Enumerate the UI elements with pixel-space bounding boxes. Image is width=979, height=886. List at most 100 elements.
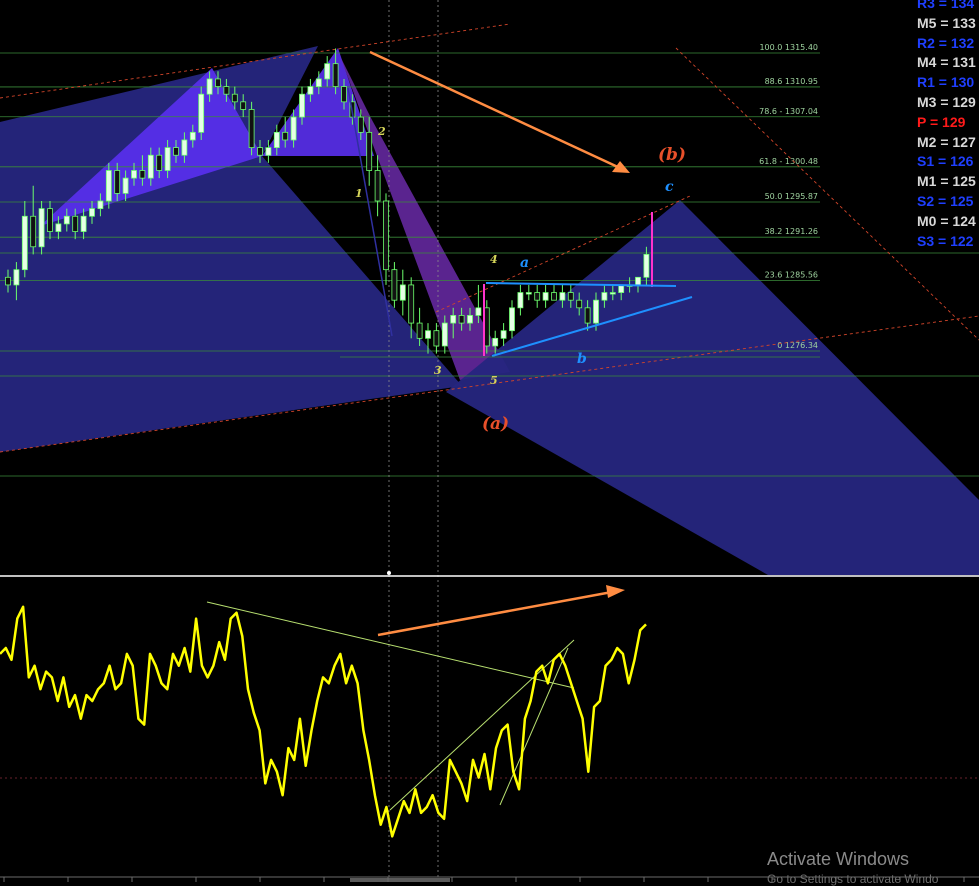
candle-body [467,315,473,324]
candle-body [97,200,104,210]
candle-body [299,93,305,118]
candle-body [80,215,87,232]
fib-label: 88.6 1310.95 [765,77,818,86]
price-arrow [369,50,621,170]
candle-body [399,284,406,301]
pivot-level: M4 = 131 [917,54,976,71]
candle-body [341,86,347,103]
candle-body [248,109,255,149]
candle-body [601,292,608,301]
candle-body [181,139,188,156]
candle-body [609,292,616,295]
oscillator-trendline-1 [206,601,575,689]
candle-body [551,292,557,301]
fib-label: 78.6 - 1307.04 [759,107,818,116]
candle-body [458,315,465,324]
pivot-level: S3 = 122 [917,232,974,249]
candle-body [105,170,112,202]
wave-label-a-big: (a) [482,414,509,434]
wave-label-3: 3 [434,364,442,377]
wave-label-b-small: b [577,351,587,367]
pivot-level: S1 = 126 [917,153,974,170]
candle-body [509,307,515,332]
candle-body [433,330,440,347]
candle-body [383,200,389,271]
candle-body [332,63,339,87]
candle-body [593,299,599,324]
candle-body [265,147,272,156]
pivot-level: M5 = 133 [917,14,976,31]
candle-body [223,86,230,95]
fib-label: 0 1276.34 [777,341,818,350]
candle-body [525,292,532,295]
oscillator-trendline-3 [499,647,569,806]
candle-body [416,322,423,339]
wave-label-5: 5 [490,374,498,387]
candle-body [324,63,331,80]
candle-body [500,330,507,339]
candle-body [173,147,179,156]
wave-label-c-small: c [665,179,674,195]
candle-body [567,292,574,301]
candle-body [164,147,171,171]
candle-body [643,254,650,278]
activate-windows-subtitle: Go to Settings to activate Windo [767,872,939,886]
oscillator-panel [0,601,979,838]
wave-label-1: 1 [355,187,363,200]
candle-body [89,208,95,217]
pivot-level: S2 = 125 [917,193,974,209]
activate-windows-title: Activate Windows [767,849,910,869]
candle-body [5,276,11,286]
candle-body [189,131,196,141]
candle-body [139,170,146,179]
candle-body [131,170,137,179]
candle-body [559,292,566,301]
candle-body [215,78,221,87]
pivot-level: R1 = 130 [917,74,975,91]
oscillator-line [0,605,647,838]
wave-label-4: 4 [490,253,498,266]
fib-label: 61.8 - 1300.48 [759,157,818,166]
candle-body [38,208,45,248]
candle-body [156,154,163,171]
candle-body [30,215,37,248]
pivot-level: R3 = 134 [917,0,975,11]
candle-body [391,269,398,301]
candle-body [114,170,121,194]
candle-body [366,131,373,171]
oscillator-arrow [377,590,613,637]
pivot-level: M1 = 125 [917,173,976,190]
candle-body [425,330,431,339]
candle-body [257,147,263,156]
candle-body [315,78,322,87]
wave-label-2: 2 [377,125,386,138]
candle-body [483,307,490,347]
candle-body [47,208,53,232]
pivot-level: M0 = 124 [917,212,976,229]
fib-label: 23.6 1285.56 [765,271,818,280]
candle-body [542,292,549,301]
candle-body [231,93,238,103]
candle-body [534,292,541,301]
candle-body [475,307,482,316]
candle-body [492,337,499,347]
fib-label: 50.0 1295.87 [765,192,818,201]
panel-separator-handle[interactable] [387,571,391,575]
candle-body [450,315,457,324]
candle-body [517,292,524,309]
candle-body [72,215,79,232]
chart-canvas[interactable]: 100.0 1315.40 88.6 1310.95 78.6 - 1307.04 6… [0,0,979,882]
candle-body [290,116,297,141]
candle-body [273,131,280,149]
pivot-level: P = 129 [917,113,966,130]
candle-body [635,276,641,286]
candle-body [198,93,205,133]
candle-body [374,170,381,202]
vertical-markers [388,0,439,882]
pivot-level: M3 = 129 [917,94,976,110]
candle-body [441,322,448,347]
candle-body [282,131,289,141]
candle-body [357,116,364,133]
candle-body [55,223,62,232]
oscillator-trendline-2 [389,639,575,811]
